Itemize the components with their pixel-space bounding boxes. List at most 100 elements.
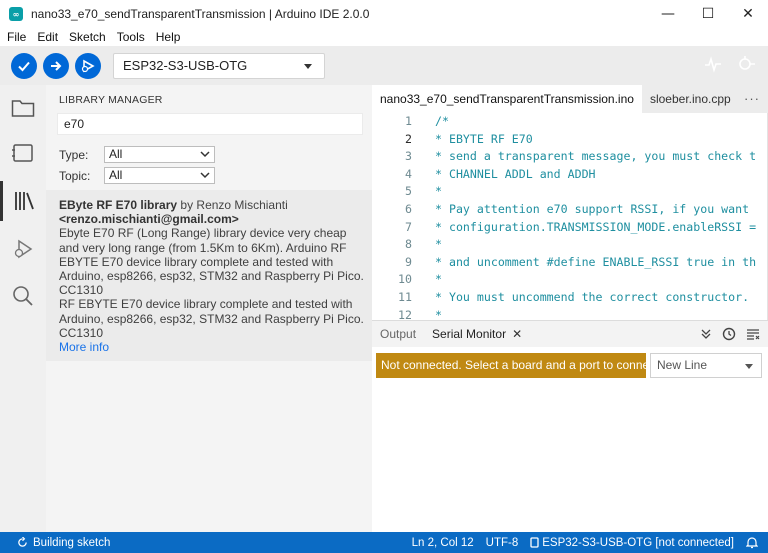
sketchbook-button[interactable]: [0, 88, 46, 128]
line-number: 1: [405, 114, 412, 128]
board-status[interactable]: ESP32-S3-USB-OTG [not connected]: [530, 537, 734, 549]
code-editor[interactable]: 1 /* 2 * EBYTE RF E70 3 * send a transpar…: [372, 113, 768, 320]
boards-manager-icon: [12, 144, 33, 162]
menu-help[interactable]: Help: [152, 30, 185, 44]
code-line: 10 *: [372, 272, 768, 290]
window-title: nano33_e70_sendTransparentTransmission |…: [31, 7, 370, 21]
tab-serial-monitor[interactable]: Serial Monitor: [424, 327, 514, 341]
serial-monitor-icon[interactable]: [736, 55, 756, 73]
chevron-down-icon: [304, 63, 312, 69]
code-text: *: [435, 184, 442, 199]
build-status: Building sketch: [17, 537, 110, 549]
debug-panel-button[interactable]: [0, 229, 46, 269]
code-line: 2 * EBYTE RF E70: [372, 132, 768, 150]
maximize-button[interactable]: ☐: [688, 0, 728, 28]
topic-label: Topic:: [59, 168, 91, 183]
code-text: * You must uncommend the correct constru…: [435, 290, 750, 304]
type-select[interactable]: All: [104, 146, 215, 163]
board-selector-value: ESP32-S3-USB-OTG: [123, 58, 248, 73]
arduino-logo-icon: ∞: [9, 7, 23, 21]
close-icon[interactable]: ✕: [512, 327, 522, 341]
line-number: 9: [405, 254, 412, 269]
notifications-icon[interactable]: [746, 536, 758, 549]
code-text: *: [435, 307, 442, 320]
more-info-link[interactable]: More info: [59, 340, 364, 354]
library-result-card[interactable]: EByte RF E70 library by Renzo Mischianti…: [46, 190, 372, 361]
status-bar: Building sketch Ln 2, Col 12 UTF-8 ESP32…: [0, 532, 768, 553]
library-search-input[interactable]: e70: [57, 113, 363, 135]
code-line: 4 * CHANNEL ADDL and ADDH: [372, 167, 768, 185]
line-number: 11: [398, 290, 412, 304]
bottom-panel-tabs: Output Serial Monitor ✕: [372, 321, 768, 347]
tab-main-sketch[interactable]: nano33_e70_sendTransparentTransmission.i…: [372, 85, 642, 113]
boards-manager-button[interactable]: [0, 133, 46, 173]
menu-tools[interactable]: Tools: [113, 30, 149, 44]
tab-output[interactable]: Output: [372, 327, 424, 341]
cursor-position[interactable]: Ln 2, Col 12: [412, 537, 474, 549]
topic-select[interactable]: All: [104, 167, 215, 184]
type-label: Type:: [59, 147, 89, 162]
build-status-text: Building sketch: [33, 536, 111, 549]
type-filter-row: Type: All: [59, 146, 215, 163]
line-number: 2: [405, 131, 412, 146]
code-text: * EBYTE RF E70: [435, 131, 533, 146]
line-number: 4: [405, 166, 412, 181]
file-encoding[interactable]: UTF-8: [486, 537, 519, 549]
code-text: /*: [435, 114, 449, 128]
upload-button[interactable]: [43, 52, 69, 79]
library-result-text: EByte RF E70 library by Renzo Mischianti…: [59, 198, 364, 354]
tab-sloeber[interactable]: sloeber.ino.cpp: [642, 85, 739, 113]
code-text: * configuration.TRANSMISSION_MODE.enable…: [435, 219, 757, 234]
code-text: *: [435, 272, 442, 287]
type-select-value: All: [109, 147, 123, 161]
verify-icon: [18, 61, 30, 71]
topic-select-value: All: [109, 168, 123, 182]
code-text: *: [435, 237, 442, 252]
library-author-email: <renzo.mischianti@gmail.com>: [59, 212, 239, 227]
menu-file[interactable]: File: [3, 30, 30, 44]
minimize-button[interactable]: —: [648, 0, 688, 28]
code-line: 5 *: [372, 184, 768, 202]
line-ending-value: New Line: [657, 358, 708, 372]
chevron-down-icon: [200, 172, 210, 179]
library-manager-button[interactable]: [0, 181, 46, 221]
line-ending-select[interactable]: New Line: [650, 353, 762, 378]
code-line: 8 *: [372, 237, 768, 255]
debug-button[interactable]: [75, 52, 101, 79]
chevron-down-icon: [200, 151, 210, 158]
chevron-down-icon: [745, 364, 753, 369]
board-icon: [530, 537, 539, 548]
sync-icon: [18, 537, 27, 547]
board-status-text: ESP32-S3-USB-OTG [not connected]: [542, 536, 734, 549]
toolbar: ESP32-S3-USB-OTG: [0, 46, 768, 85]
status-bar-right: Ln 2, Col 12 UTF-8 ESP32-S3-USB-OTG [not…: [412, 532, 758, 553]
verify-button[interactable]: [11, 52, 37, 79]
menu-edit[interactable]: Edit: [33, 30, 62, 44]
code-line: 7 * configuration.TRANSMISSION_MODE.enab…: [372, 220, 768, 238]
title-bar: ∞ nano33_e70_sendTransparentTransmission…: [0, 0, 768, 28]
search-button[interactable]: [0, 276, 46, 316]
menu-sketch[interactable]: Sketch: [65, 30, 110, 44]
topic-filter-row: Topic: All: [59, 167, 215, 184]
library-description-2: RF EBYTE E70 device library complete and…: [59, 297, 364, 340]
serial-plotter-icon[interactable]: [704, 55, 722, 73]
bottom-panel: Output Serial Monitor ✕ Not connected. S…: [372, 320, 768, 532]
folder-icon: [11, 100, 35, 117]
code-line: 6 * Pay attention e70 support RSSI, if y…: [372, 202, 768, 220]
line-number: 8: [405, 237, 412, 252]
line-number: 6: [405, 202, 412, 216]
autoscroll-icon[interactable]: [700, 328, 712, 340]
code-text: * Pay attention e70 support RSSI, if you…: [435, 202, 750, 216]
library-icon: [14, 192, 34, 210]
toolbar-right: [704, 55, 756, 73]
upload-icon: [51, 60, 62, 71]
code-text: * CHANNEL ADDL and ADDH: [435, 166, 596, 181]
clear-output-icon[interactable]: [746, 328, 760, 340]
board-selector[interactable]: ESP32-S3-USB-OTG: [113, 52, 325, 79]
debug-icon: [81, 59, 95, 72]
close-button[interactable]: ✕: [728, 0, 768, 28]
timestamp-icon[interactable]: [722, 327, 736, 341]
line-number: 12: [398, 307, 412, 320]
library-description: Ebyte E70 RF (Long Range) library device…: [59, 226, 364, 298]
more-tabs-button[interactable]: ···: [744, 91, 760, 106]
